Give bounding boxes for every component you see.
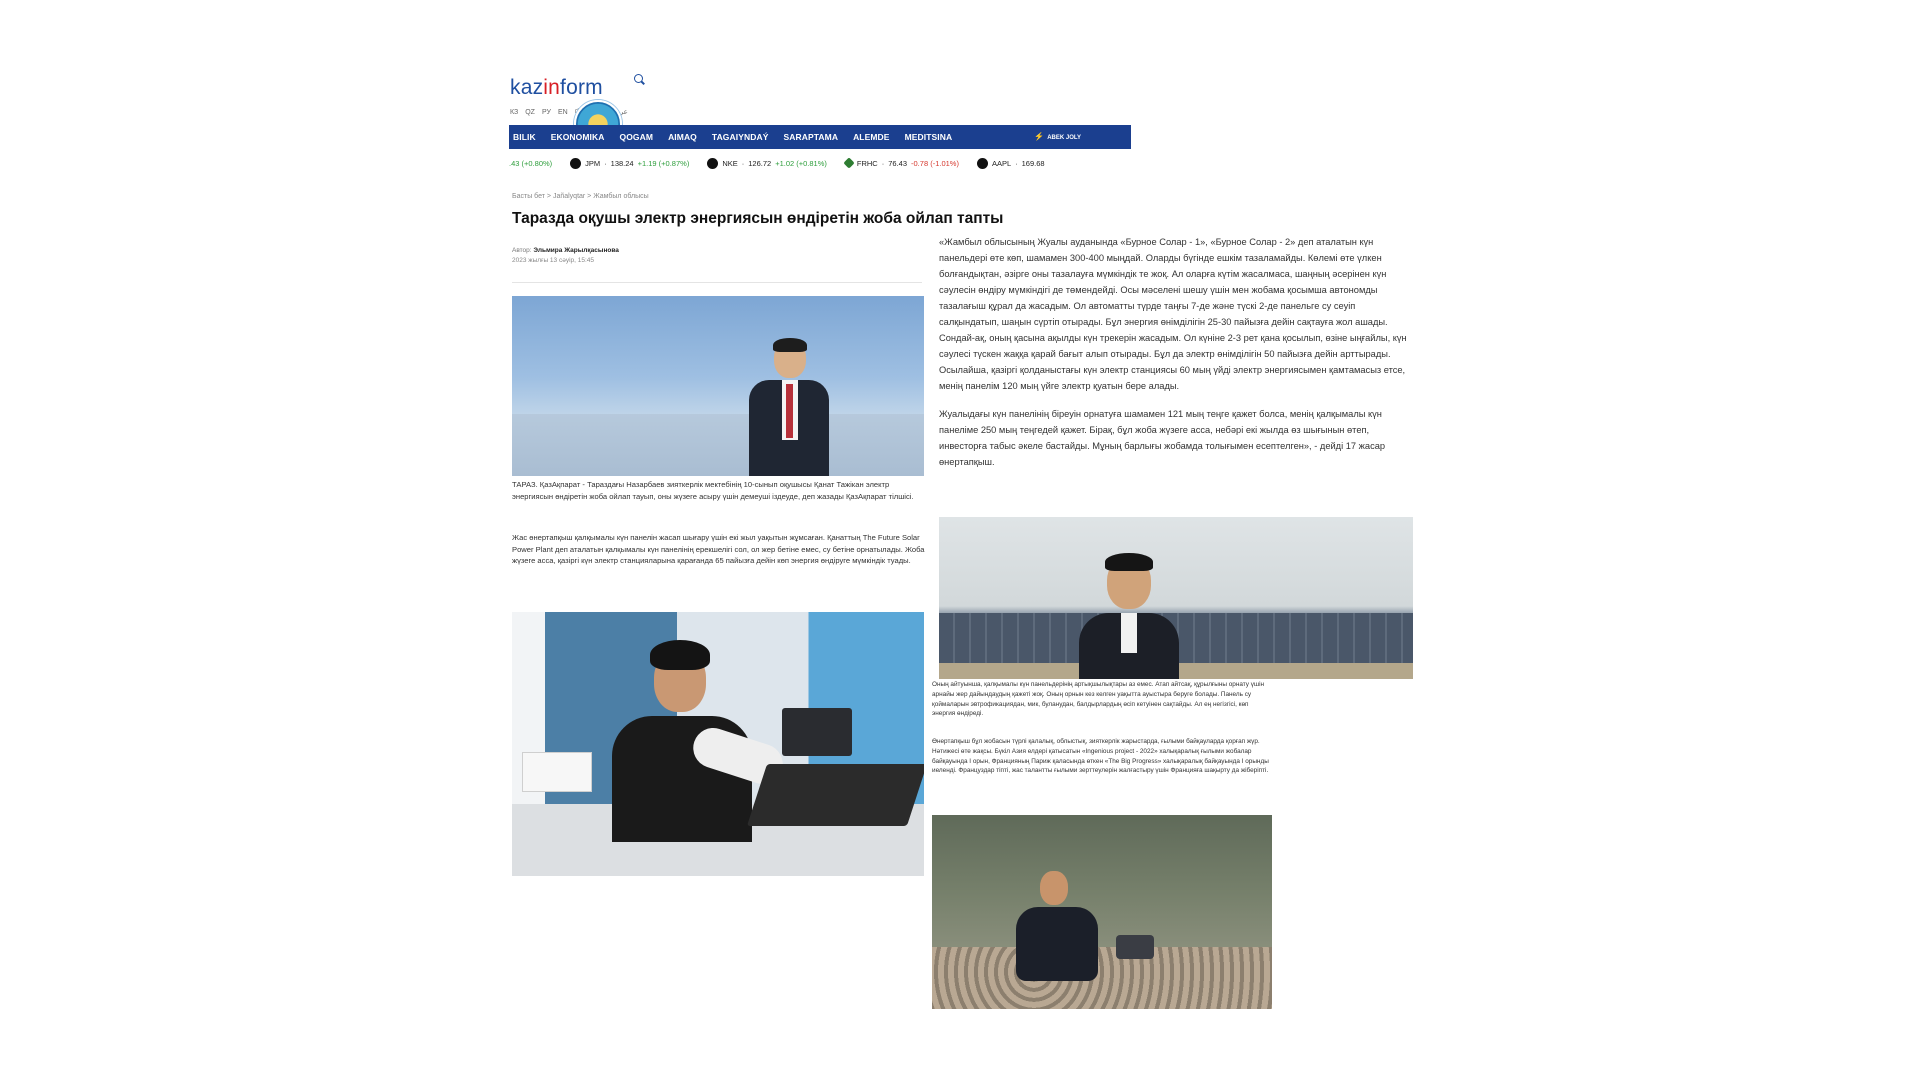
- photo-laptop: [746, 764, 924, 826]
- photo-person-hair: [773, 338, 807, 352]
- search-icon[interactable]: [634, 74, 643, 83]
- article-paragraph: Жуалыдағы күн панелінің біреуін орнатуға…: [939, 409, 1386, 467]
- article-lead: ТАРАЗ. ҚазАқпарат - Тараздағы Назарбаев …: [512, 480, 914, 501]
- photo-water: [512, 414, 924, 476]
- photo-person-tie: [786, 384, 793, 438]
- breadcrumb[interactable]: Басты бет > Jañalyqtar > Жамбыл облысы: [512, 193, 649, 200]
- article-paragraph: Өнертапқыш бұл жобасын түрлі қалалық, об…: [932, 738, 1269, 775]
- nav-item-ekonomika[interactable]: EKONOMIKA: [551, 132, 605, 142]
- ticker-change: +1.19 (+0.87%): [637, 158, 690, 168]
- nav-right-link[interactable]: ABEK JOLY: [1034, 132, 1081, 141]
- ticker-first: .43 (+0.80%): [509, 158, 553, 168]
- ticker-symbol: FRHC: [856, 158, 878, 168]
- nav-item-meditsina[interactable]: MEDITSINA: [905, 132, 953, 142]
- photo-device: [1116, 935, 1154, 959]
- lang-en[interactable]: EN: [558, 108, 568, 117]
- ticker-item[interactable]: NKE · 126.72 +1.02 (+0.81%): [707, 157, 827, 169]
- ticker-price: 138.24: [610, 158, 634, 168]
- photo-printer: [782, 708, 852, 756]
- lang-qz[interactable]: QZ: [525, 108, 535, 117]
- nav-item-alemde[interactable]: ALEMDE: [853, 132, 890, 142]
- article-right-column: «Жамбыл облысының Жуалы ауданында «Бурно…: [939, 234, 1411, 482]
- ticker-sep: ·: [1015, 158, 1018, 168]
- ticker-symbol: AAPL: [991, 158, 1012, 168]
- photo-box: [522, 752, 592, 792]
- nav-item-tagaiyndau[interactable]: TAGAIYNDAÝ: [712, 132, 769, 142]
- photo-student-lake: [512, 296, 924, 476]
- photo-student-laptop: [512, 612, 924, 876]
- nike-logo-icon: [707, 157, 719, 169]
- nav-item-bilik[interactable]: BILIK: [513, 132, 536, 142]
- author-line: Автор: Эльмира Жарылқасынова: [512, 247, 619, 254]
- photo-person-hair: [1105, 553, 1153, 571]
- ticker-sep: ·: [604, 158, 607, 168]
- author-label: Автор:: [512, 247, 532, 254]
- nav-item-saraptama[interactable]: SARAPTAMA: [783, 132, 838, 142]
- nav-item-qogam[interactable]: QOGAM: [620, 132, 654, 142]
- photo-person-body: [1016, 907, 1098, 981]
- ticker-price: 76.43: [888, 158, 908, 168]
- kazinform-logo[interactable]: kazinform: [510, 76, 603, 100]
- ticker-item[interactable]: FRHC · 76.43 -0.78 (-1.01%): [843, 157, 959, 169]
- freedom-logo-icon: [843, 157, 855, 169]
- photo-person: [1079, 553, 1179, 679]
- ticker-price: 126.72: [748, 158, 772, 168]
- ticker-sep: ·: [881, 158, 885, 168]
- photo-student-shore: [932, 815, 1272, 1009]
- lang-ru[interactable]: РУ: [542, 108, 551, 117]
- article-headline: Таразда оқушы электр энергиясын өндіреті…: [512, 210, 1004, 227]
- logo-row: kazinform: [510, 74, 930, 110]
- author-name[interactable]: Эльмира Жарылқасынова: [533, 247, 618, 254]
- ticker-change: +1.02 (+0.81%): [775, 158, 827, 168]
- photo-person: [744, 338, 834, 476]
- ticker-symbol: JPM: [585, 158, 601, 168]
- ticker-sep: ·: [741, 158, 745, 168]
- logo-text-1: kaz: [510, 76, 544, 99]
- photo-person-hair: [650, 640, 710, 670]
- photo-person: [1012, 871, 1102, 981]
- lang-kz[interactable]: КЗ: [510, 108, 518, 117]
- photo-person: [612, 632, 788, 842]
- ticker-item[interactable]: AAPL · 169.68: [976, 157, 1045, 169]
- nav-item-aimaq[interactable]: AIMAQ: [668, 132, 697, 142]
- article-paragraph: «Жамбыл облысының Жуалы ауданында «Бурно…: [939, 237, 1407, 391]
- stock-ticker: .43 (+0.80%) JPM · 138.24 +1.19 (+0.87%)…: [509, 154, 1131, 172]
- logo-text-2: form: [560, 76, 603, 99]
- ticker-price: 169.68: [1021, 158, 1045, 168]
- main-nav: BILIK EKONOMIKA QOGAM AIMAQ TAGAIYNDAÝ S…: [509, 125, 1131, 149]
- article-paragraph: Жас өнертапқыш қалқымалы күн панелін жас…: [512, 533, 925, 565]
- photo-rocks: [932, 947, 1272, 1009]
- photo-person-head: [1040, 871, 1068, 905]
- logo-text-accent: in: [543, 76, 561, 99]
- photo-person-shirt: [1121, 613, 1137, 653]
- divider: [512, 282, 922, 283]
- publish-date: 2023 жылғы 13 сәуір, 15:45: [512, 257, 595, 264]
- ticker-symbol: NKE: [722, 158, 738, 168]
- ticker-change: -0.78 (-1.01%): [911, 158, 959, 168]
- photo-student-solar-panels: [939, 517, 1413, 679]
- jpm-logo-icon: [570, 157, 582, 169]
- apple-logo-icon: [976, 157, 988, 169]
- article-paragraph: Оның айтуынша, қалқымалы күн панельдерін…: [932, 681, 1265, 718]
- ticker-item[interactable]: JPM · 138.24 +1.19 (+0.87%): [570, 157, 690, 169]
